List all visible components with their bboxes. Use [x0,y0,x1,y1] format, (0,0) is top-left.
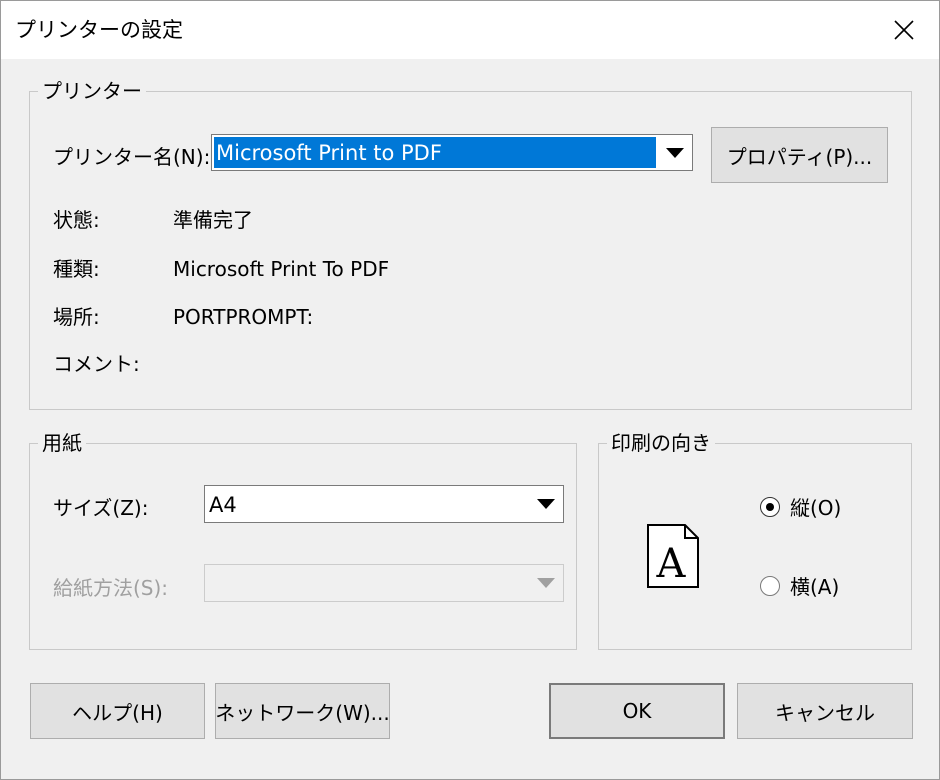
help-button[interactable]: ヘルプ(H) [30,683,205,739]
printer-name-select[interactable]: Microsoft Print to PDF [211,134,693,171]
portrait-radio[interactable] [760,497,780,517]
type-value: Microsoft Print To PDF [173,257,390,281]
title-bar: プリンターの設定 [1,1,939,59]
chevron-down-icon [666,147,684,158]
print-setup-dialog: プリンターの設定 プリンター プリンター名(N): Microsoft Prin… [0,0,940,780]
paper-group: 用紙 [29,429,577,650]
network-button[interactable]: ネットワーク(W)... [215,683,390,739]
type-label: 種類: [53,257,100,281]
status-label: 状態: [53,208,100,232]
paper-source-label: 給紙方法(S): [53,576,169,600]
paper-size-dropdown-button[interactable] [529,486,563,522]
printer-name-label: プリンター名(N): [53,145,211,169]
chevron-down-icon [537,499,555,509]
ok-button[interactable]: OK [549,683,725,739]
cancel-button[interactable]: キャンセル [737,683,913,739]
printer-name-dropdown-button[interactable] [658,135,692,170]
properties-button[interactable]: プロパティ(P)... [711,127,888,183]
paper-size-value: A4 [209,493,237,517]
paper-size-label: サイズ(Z): [53,496,149,520]
window-title: プリンターの設定 [15,18,183,42]
paper-source-dropdown-button [529,565,563,601]
printer-name-value: Microsoft Print to PDF [214,137,656,168]
orientation-group-label: 印刷の向き [607,429,715,457]
portrait-label[interactable]: 縦(O) [790,494,841,522]
printer-group-label: プリンター [38,77,146,105]
status-value: 準備完了 [173,208,253,232]
portrait-page-icon: A [647,524,699,588]
preview-letter: A [656,541,687,587]
paper-source-value [207,567,527,599]
paper-group-label: 用紙 [38,429,86,457]
landscape-label[interactable]: 横(A) [790,573,839,601]
close-icon [894,20,914,40]
where-value: PORTPROMPT: [173,305,314,329]
paper-source-select [204,564,564,602]
comment-label: コメント: [53,352,140,376]
where-label: 場所: [53,305,100,329]
chevron-down-icon [537,578,555,588]
close-button[interactable] [869,1,939,59]
paper-size-select[interactable]: A4 [204,485,564,523]
landscape-radio[interactable] [760,576,780,596]
orientation-group: 印刷の向き [598,429,912,650]
